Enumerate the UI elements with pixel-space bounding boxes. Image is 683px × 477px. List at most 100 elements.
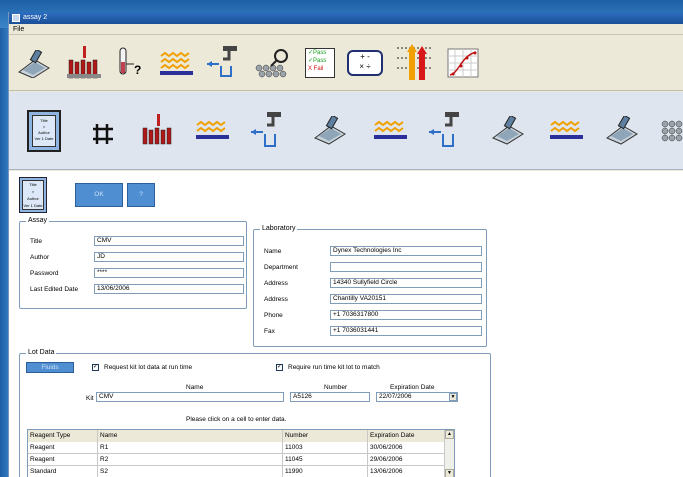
plate-strip-icon[interactable] — [159, 48, 195, 78]
dispense-icon[interactable] — [427, 110, 465, 150]
times-symbol: × — [359, 62, 365, 71]
sample-tubes-icon[interactable] — [67, 46, 103, 80]
reagent-number-cell[interactable]: 11003 — [283, 442, 368, 454]
fluids-button[interactable]: Fluids — [26, 362, 74, 373]
request-kit-label: Request kit lot data at run time — [104, 364, 193, 371]
require-kit-checkbox[interactable]: ✓ — [276, 364, 283, 371]
scroll-up-icon[interactable]: ▲ — [445, 430, 454, 439]
request-kit-checkbox[interactable]: ✓ — [92, 364, 99, 371]
plate-washer-icon[interactable] — [313, 116, 347, 146]
scroll-down-icon[interactable]: ▼ — [445, 469, 454, 477]
plate-strip-icon[interactable] — [195, 120, 231, 144]
phone-label: Phone — [264, 312, 283, 319]
require-kit-label: Require run time kit lot to match — [288, 364, 380, 371]
reagent-expiration-cell[interactable]: 29/06/2006 — [368, 454, 446, 466]
reagent-expiration-cell[interactable]: 30/06/2006 — [368, 442, 446, 454]
address-field-2[interactable]: Chantilly VA20151 — [330, 294, 482, 304]
table-scrollbar[interactable]: ▲ ▼ — [444, 430, 454, 477]
department-label: Department — [264, 264, 298, 271]
help-button[interactable]: ? — [127, 183, 155, 207]
assay-card-icon[interactable]: Title × Author Ver 1 Date — [27, 110, 61, 152]
application-window: assay 2 File ? ✓Pass ✓Pass X Fail + - × … — [8, 12, 683, 477]
kit-expiration-field[interactable]: 22/07/2006 — [376, 392, 458, 402]
reagent-number-cell[interactable]: 11990 — [283, 466, 368, 477]
reagent-table: Reagent Type Name Number Expiration Date… — [27, 429, 455, 477]
column-header[interactable]: Number — [283, 430, 368, 442]
last-edited-label: Last Edited Date — [30, 286, 79, 293]
curve-fit-icon[interactable] — [447, 48, 479, 78]
kit-expiration-header: Expiration Date — [390, 384, 435, 391]
assay-legend: Assay — [26, 217, 50, 224]
assay-editor-panel: Title × Author Ver 1 Date OK ? Assay Tit… — [9, 171, 683, 477]
app-icon — [12, 14, 20, 22]
plate-reader-icon[interactable] — [255, 48, 293, 78]
fax-label: Fax — [264, 328, 275, 335]
kit-number-field[interactable]: A5126 — [290, 392, 370, 402]
thumb-author-text: Author — [27, 196, 39, 201]
address-label-1: Address — [264, 280, 288, 287]
reagent-name-cell[interactable]: R2 — [98, 454, 283, 466]
reagent-number-cell[interactable]: 11045 — [283, 454, 368, 466]
thumb-times-text: × — [31, 189, 35, 194]
title-field[interactable]: CMV — [94, 236, 244, 246]
password-field[interactable]: **** — [94, 268, 244, 278]
kit-name-field[interactable]: CMV — [96, 392, 284, 402]
menu-file[interactable]: File — [13, 26, 24, 33]
dispense-icon[interactable] — [205, 44, 243, 80]
department-field[interactable] — [330, 262, 482, 272]
column-header[interactable]: Reagent Type — [28, 430, 98, 442]
menu-bar: File — [9, 24, 683, 35]
reagent-type-cell[interactable]: Standard — [28, 466, 98, 477]
title-bar[interactable]: assay 2 — [9, 12, 683, 24]
reagent-name-cell[interactable]: R1 — [98, 442, 283, 454]
author-label: Author — [30, 254, 50, 261]
threshold-icon[interactable] — [395, 42, 435, 82]
laboratory-legend: Laboratory — [260, 225, 298, 232]
plate-washer-icon[interactable] — [491, 116, 525, 146]
assay-card-thumbnail: Title × Author Ver 1 Date — [19, 177, 47, 213]
plate-reader-icon[interactable] — [661, 118, 683, 144]
kit-number-header: Number — [324, 384, 348, 391]
table-row[interactable]: Standard S2 11990 13/06/2006 — [28, 466, 446, 477]
dispense-icon[interactable] — [249, 110, 287, 150]
reagent-type-cell[interactable]: Reagent — [28, 442, 98, 454]
expiration-dropdown-icon[interactable]: ▼ — [449, 393, 457, 401]
svg-text:?: ? — [134, 63, 141, 77]
phone-field[interactable]: +1 7036317800 — [330, 310, 482, 320]
reagent-expiration-cell[interactable]: 13/06/2006 — [368, 466, 446, 477]
instruction-text: Please click on a cell to enter data. — [186, 416, 287, 423]
column-header[interactable]: Name — [98, 430, 283, 442]
plate-strip-icon[interactable] — [549, 120, 585, 144]
grid-icon[interactable] — [91, 122, 115, 146]
minus-symbol: - — [367, 52, 370, 61]
plate-washer-icon[interactable] — [605, 116, 639, 146]
table-row[interactable]: Reagent R1 11003 30/06/2006 — [28, 442, 446, 454]
last-edited-field[interactable]: 13/06/2006 — [94, 284, 244, 294]
plus-symbol: + — [360, 52, 365, 61]
title-label: Title — [30, 238, 43, 245]
address-field-1[interactable]: 14340 Sullyfield Circle — [330, 278, 482, 288]
window-title: assay 2 — [23, 14, 48, 21]
tube-query-icon[interactable]: ? — [112, 46, 146, 80]
plate-strip-icon[interactable] — [373, 120, 409, 144]
pass-fail-icon[interactable]: ✓Pass ✓Pass X Fail — [305, 48, 335, 78]
lab-name-label: Name — [264, 248, 282, 255]
thumb-title-text: Title — [29, 182, 37, 187]
column-header[interactable]: Expiration Date — [368, 430, 446, 442]
plate-washer-icon[interactable] — [17, 50, 51, 78]
fail-line: X Fail — [308, 66, 324, 72]
divide-symbol: ÷ — [366, 62, 371, 71]
fax-field[interactable]: +1 7036031441 — [330, 326, 482, 336]
kit-name-header: Name — [186, 384, 204, 391]
address-label-2: Address — [264, 296, 288, 303]
assay-step-toolbar: Title × Author Ver 1 Date — [9, 92, 683, 170]
pass-line-2: ✓Pass — [308, 58, 327, 64]
calculation-icon[interactable]: + - × ÷ — [347, 50, 383, 76]
sample-tubes-icon[interactable] — [141, 112, 177, 148]
lab-name-field[interactable]: Dynex Technologies Inc — [330, 246, 482, 256]
ok-button[interactable]: OK — [75, 183, 123, 207]
reagent-type-cell[interactable]: Reagent — [28, 454, 98, 466]
reagent-name-cell[interactable]: S2 — [98, 466, 283, 477]
table-row[interactable]: Reagent R2 11045 29/06/2006 — [28, 454, 446, 466]
author-field[interactable]: JD — [94, 252, 244, 262]
